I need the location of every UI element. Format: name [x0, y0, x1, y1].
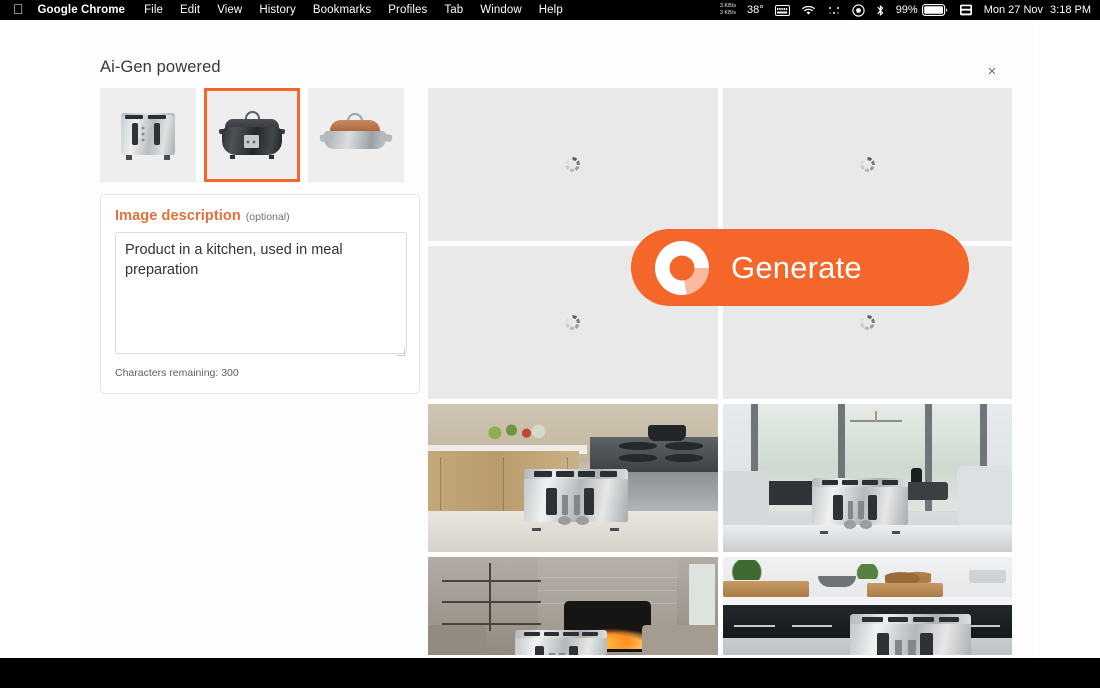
keyboard-icon[interactable] — [775, 5, 790, 16]
left-column: Image description (optional) Characters … — [100, 88, 440, 394]
battery-percent-label: 99% — [896, 4, 918, 16]
toaster-in-scene — [850, 614, 972, 655]
generated-image-1[interactable] — [428, 404, 718, 552]
macos-menubar:  Google Chrome File Edit View History B… — [0, 0, 1100, 20]
generate-button[interactable]: Generate — [631, 229, 969, 306]
product-thumbnail-slow-cooker[interactable] — [204, 88, 300, 182]
wifi-icon[interactable] — [801, 5, 816, 16]
ai-gen-panel: Ai-Gen powered × — [80, 20, 1035, 658]
menu-item-bookmarks[interactable]: Bookmarks — [313, 4, 371, 16]
toaster-product-image — [117, 109, 179, 161]
control-center-icon[interactable] — [827, 5, 841, 16]
page-title: Ai-Gen powered — [100, 58, 221, 77]
scene-living-room-bright — [723, 404, 1013, 552]
scene-fireplace-room — [428, 557, 718, 655]
product-thumbnail-roasting-pan[interactable] — [308, 88, 404, 182]
temperature-indicator[interactable]: 38° — [747, 4, 764, 16]
network-upload-speed: 3 KB/s — [720, 3, 736, 10]
result-placeholder-2[interactable] — [723, 88, 1013, 241]
image-description-header: Image description (optional) — [115, 208, 405, 224]
product-thumbnail-list — [100, 88, 440, 182]
menu-item-file[interactable]: File — [144, 4, 163, 16]
apple-logo-icon[interactable]:  — [13, 2, 24, 16]
network-speed-indicator[interactable]: 3 KB/s 3 KB/s — [720, 3, 736, 17]
menu-item-profiles[interactable]: Profiles — [388, 4, 427, 16]
scene-kitchen-modern — [723, 557, 1013, 655]
loading-spinner-icon — [860, 157, 875, 172]
display-icon[interactable] — [959, 4, 973, 16]
loading-spinner-icon — [565, 315, 580, 330]
roasting-pan-product-image — [322, 112, 390, 158]
close-icon[interactable]: × — [982, 61, 1002, 81]
menu-item-tab[interactable]: Tab — [444, 4, 463, 16]
generated-image-4[interactable] — [723, 557, 1013, 655]
menubar-time[interactable]: 3:18 PM — [1050, 4, 1091, 16]
battery-icon[interactable] — [922, 4, 948, 16]
menu-item-history[interactable]: History — [259, 4, 295, 16]
toaster-in-scene — [524, 469, 628, 528]
bottom-bar — [0, 658, 1100, 688]
image-description-optional-label: (optional) — [246, 211, 290, 223]
results-grid — [428, 88, 1012, 655]
loading-spinner-icon — [860, 315, 875, 330]
generate-button-label: Generate — [731, 250, 862, 286]
toaster-in-scene — [812, 478, 908, 531]
image-description-input[interactable] — [115, 232, 407, 354]
loading-spinner-icon — [655, 241, 709, 295]
bluetooth-icon[interactable] — [876, 4, 885, 17]
menubar-status-group: 3 KB/s 3 KB/s 38° 99% Mon 27 Nov 3:18 PM — [714, 0, 1100, 20]
loading-spinner-icon — [565, 157, 580, 172]
menu-item-help[interactable]: Help — [539, 4, 563, 16]
browser-page: Ai-Gen powered × — [0, 20, 1100, 658]
screen-record-icon[interactable] — [852, 4, 865, 17]
network-download-speed: 3 KB/s — [720, 10, 736, 17]
generated-image-2[interactable] — [723, 404, 1013, 552]
menubar-left-group:  Google Chrome File Edit View History B… — [0, 0, 580, 20]
menubar-date[interactable]: Mon 27 Nov — [984, 4, 1043, 16]
menu-item-view[interactable]: View — [217, 4, 242, 16]
result-placeholder-1[interactable] — [428, 88, 718, 241]
characters-remaining-label: Characters remaining: 300 — [115, 367, 405, 379]
image-description-title: Image description — [115, 208, 241, 224]
menu-item-app-name[interactable]: Google Chrome — [38, 4, 126, 16]
product-thumbnail-toaster[interactable] — [100, 88, 196, 182]
generated-image-3[interactable] — [428, 557, 718, 655]
menu-item-window[interactable]: Window — [480, 4, 522, 16]
slow-cooker-product-image — [219, 109, 285, 161]
image-description-card: Image description (optional) Characters … — [100, 194, 420, 394]
scene-kitchen-wood — [428, 404, 718, 552]
toaster-in-scene — [515, 630, 608, 655]
menu-item-edit[interactable]: Edit — [180, 4, 200, 16]
